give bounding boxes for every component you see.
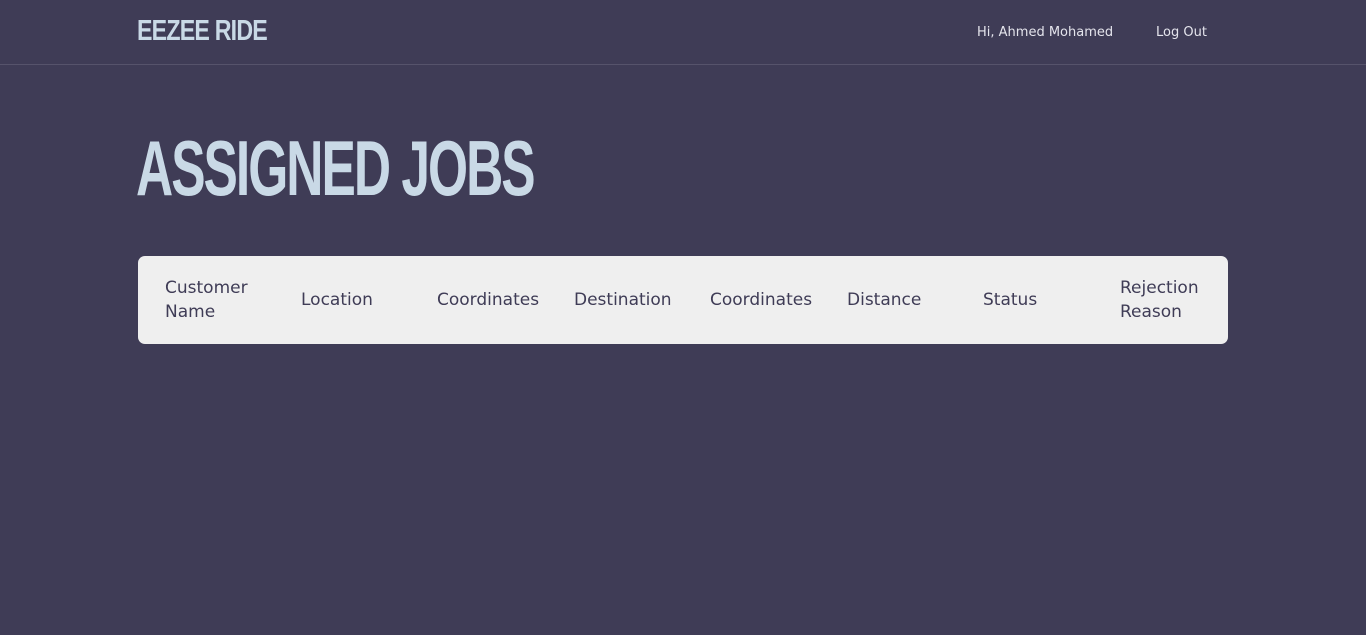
- column-header-destination-coordinates: Coordinates: [710, 290, 813, 310]
- column-header-destination: Destination: [574, 290, 672, 310]
- column-header-location-coordinates: Coordinates: [437, 290, 540, 310]
- column-header-distance: Distance: [847, 290, 922, 310]
- navbar: EEZEE RIDE Hi, Ahmed Mohamed Log Out: [0, 0, 1366, 65]
- jobs-table: Customer Name Location Coordinates Desti…: [138, 256, 1228, 344]
- user-greeting: Hi, Ahmed Mohamed: [977, 25, 1114, 40]
- page-title: ASSIGNED JOBS: [136, 124, 536, 212]
- logout-link[interactable]: Log Out: [1156, 24, 1207, 42]
- column-header-customer-name: Customer Name: [165, 278, 248, 322]
- brand-logo[interactable]: EEZEE RIDE: [137, 14, 268, 48]
- column-header-status: Status: [983, 290, 1038, 310]
- column-header-location: Location: [301, 290, 373, 310]
- column-header-rejection-reason: Rejection Reason: [1120, 278, 1199, 322]
